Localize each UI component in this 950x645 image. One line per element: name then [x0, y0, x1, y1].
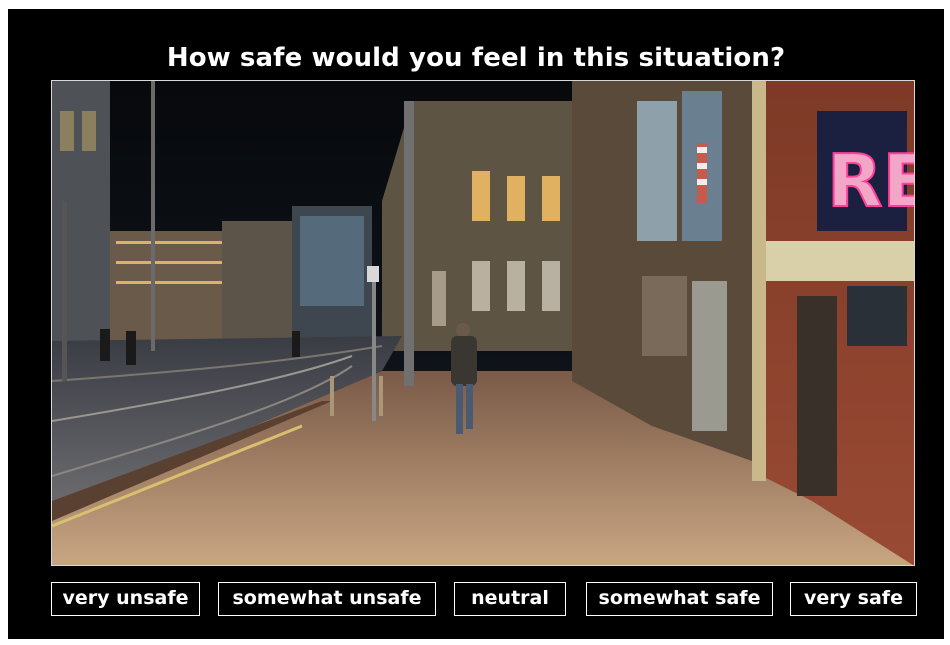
option-very-unsafe[interactable]: very unsafe [51, 582, 200, 616]
option-somewhat-safe[interactable]: somewhat safe [586, 582, 773, 616]
lamp-post [404, 101, 414, 386]
option-neutral[interactable]: neutral [454, 582, 566, 616]
survey-panel: How safe would you feel in this situatio… [8, 9, 944, 639]
distant-building [110, 231, 230, 341]
option-somewhat-unsafe[interactable]: somewhat unsafe [218, 582, 436, 616]
scene-photo: RE [51, 80, 915, 566]
survey-frame: How safe would you feel in this situatio… [0, 0, 950, 645]
option-very-safe[interactable]: very safe [790, 582, 917, 616]
response-scale: very unsafe somewhat unsafe neutral some… [8, 582, 944, 618]
question-title: How safe would you feel in this situatio… [166, 43, 786, 73]
sign-letters: RE [827, 139, 915, 223]
